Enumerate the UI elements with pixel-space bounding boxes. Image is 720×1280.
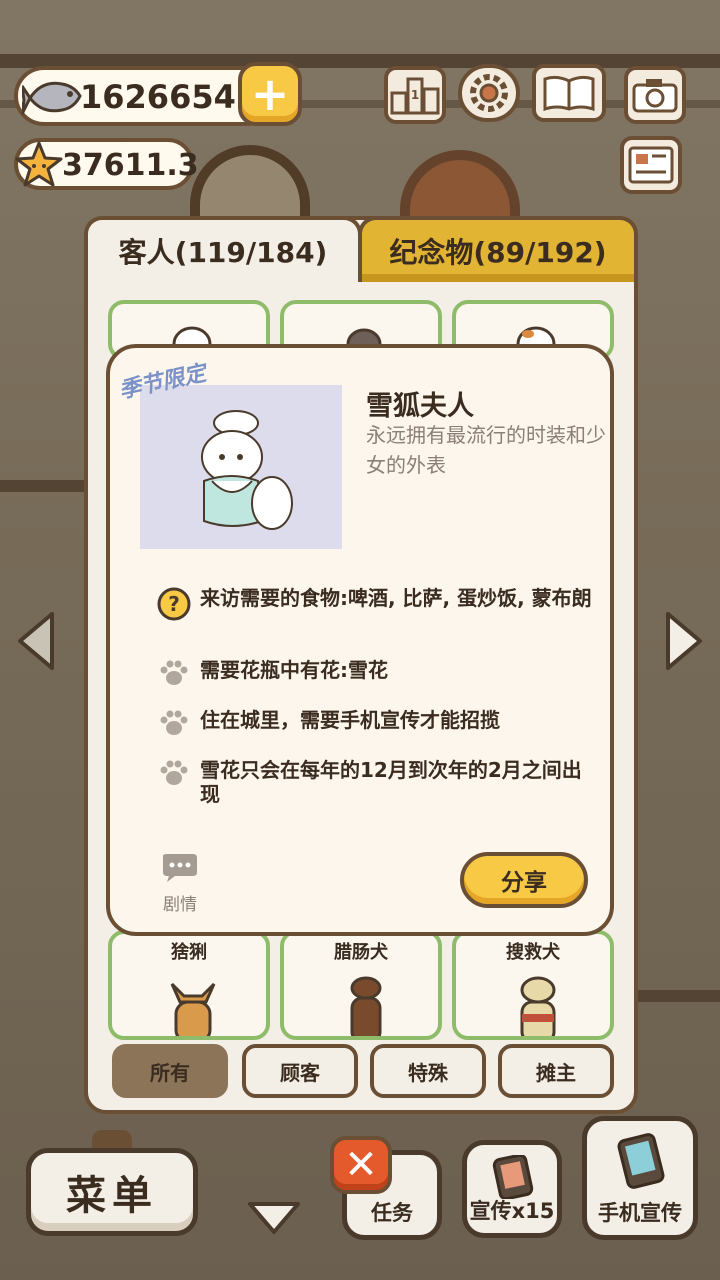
- ranking-icon[interactable]: 1: [384, 66, 446, 124]
- paw-icon: [160, 660, 188, 685]
- newspaper-icon[interactable]: [620, 136, 682, 194]
- requirement-text: 需要花瓶中有花:雪花: [200, 658, 388, 682]
- tab-guests[interactable]: 客人(119/184): [84, 216, 362, 282]
- phone-icon: [617, 1133, 665, 1189]
- paw-icon: [160, 760, 188, 785]
- star-icon: [15, 141, 63, 187]
- lynx-icon: [170, 982, 216, 1036]
- phone-icon: [492, 1155, 534, 1199]
- close-button[interactable]: ✕: [330, 1136, 392, 1194]
- promo-x15-label: 宣传x15: [469, 1199, 555, 1223]
- fish-count: 1626654: [80, 78, 236, 116]
- promo-x15-button[interactable]: 宣传x15: [462, 1140, 562, 1238]
- speech-bubble-icon: [163, 854, 197, 882]
- gear-icon[interactable]: [458, 64, 520, 122]
- add-fish-button[interactable]: +: [238, 62, 302, 126]
- tab-souvenirs[interactable]: 纪念物(89/192): [358, 216, 638, 282]
- requirement-text: 雪花只会在每年的12月到次年的2月之间出现: [200, 758, 582, 806]
- requirement-item: 需要花瓶中有花:雪花: [156, 658, 596, 688]
- guest-portrait: [140, 385, 342, 549]
- filter-all[interactable]: 所有: [112, 1044, 228, 1098]
- svg-text:?: ?: [168, 592, 180, 616]
- guest-card-name: 猞猁: [171, 942, 207, 963]
- dachshund-icon: [350, 976, 382, 1036]
- book-icon[interactable]: [532, 64, 606, 122]
- rescue-dog-icon: [520, 976, 556, 1036]
- paw-icon: [160, 710, 188, 735]
- fish-currency: 1626654: [14, 66, 276, 126]
- requirement-text: 来访需要的食物:啤酒, 比萨, 蛋炒饭, 蒙布朗: [200, 586, 592, 610]
- camera-icon[interactable]: [624, 66, 686, 124]
- filter-special[interactable]: 特殊: [370, 1044, 486, 1098]
- share-button[interactable]: 分享: [460, 852, 588, 908]
- guest-card[interactable]: 搜救犬: [452, 930, 614, 1040]
- question-icon: ?: [157, 587, 191, 621]
- svg-text:1: 1: [411, 88, 419, 102]
- guest-name: 雪狐夫人: [366, 391, 474, 422]
- tasks-label: 任务: [371, 1201, 413, 1225]
- chevron-down-icon[interactable]: [246, 1200, 302, 1236]
- guest-card[interactable]: 猞猁: [108, 930, 270, 1040]
- phone-promo-button[interactable]: 手机宣传: [582, 1116, 698, 1240]
- filter-vendor[interactable]: 摊主: [498, 1044, 614, 1098]
- guest-description: 永远拥有最流行的时装和少女的外表: [366, 423, 606, 477]
- guest-card-name: 搜救犬: [506, 942, 560, 963]
- guest-card[interactable]: 腊肠犬: [280, 930, 442, 1040]
- snow-fox-icon: [201, 410, 293, 530]
- star-currency: 37611.3: [14, 138, 199, 190]
- requirement-item: 雪花只会在每年的12月到次年的2月之间出现: [156, 758, 596, 806]
- requirement-text: 住在城里，需要手机宣传才能招揽: [200, 708, 500, 732]
- phone-promo-label: 手机宣传: [598, 1201, 682, 1225]
- guest-card-name: 腊肠犬: [334, 942, 388, 963]
- star-count: 37611.3: [62, 148, 199, 183]
- story-label: 剧情: [163, 895, 197, 915]
- menu-button[interactable]: 菜单: [26, 1148, 198, 1236]
- filter-customers[interactable]: 顾客: [242, 1044, 358, 1098]
- prev-arrow-icon[interactable]: [14, 610, 58, 672]
- story-button[interactable]: 剧情: [156, 852, 204, 915]
- requirement-item: 住在城里，需要手机宣传才能招揽: [156, 708, 596, 738]
- requirement-item: ? 来访需要的食物:啤酒, 比萨, 蛋炒饭, 蒙布朗: [156, 586, 596, 622]
- fish-icon: [22, 81, 82, 115]
- next-arrow-icon[interactable]: [662, 610, 706, 672]
